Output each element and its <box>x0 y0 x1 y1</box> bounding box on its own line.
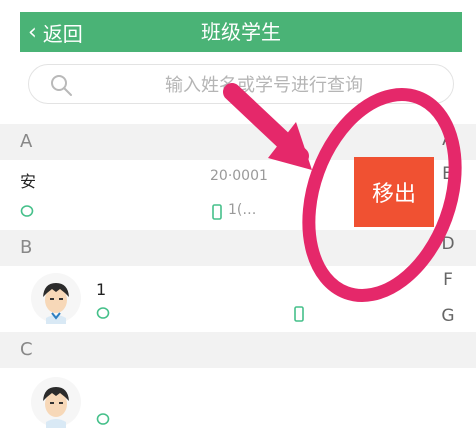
avatar <box>31 377 81 428</box>
index-letter-a[interactable]: A <box>438 130 458 150</box>
student-name: 安 <box>20 172 37 191</box>
phone-icon[interactable] <box>294 306 304 322</box>
remove-button[interactable]: 移出 <box>354 157 434 227</box>
search-input[interactable] <box>89 70 439 100</box>
section-header-b: B <box>0 230 476 266</box>
search-area <box>20 52 462 114</box>
back-button[interactable]: ‹ 返回 <box>28 12 83 52</box>
section-header-a: A <box>0 124 476 160</box>
index-letter-c[interactable]: C <box>438 200 458 220</box>
chevron-left-icon: ‹ <box>28 19 37 45</box>
student-phone: 1(… <box>228 202 257 218</box>
index-letter-b[interactable]: B <box>438 164 458 184</box>
search-icon <box>51 75 72 96</box>
student-row[interactable] <box>0 368 476 428</box>
page-title: 班级学生 <box>201 20 281 44</box>
top-bar: ‹ 返回 班级学生 <box>20 12 462 52</box>
phone-icon[interactable] <box>212 204 222 220</box>
section-header-c: C <box>0 332 476 368</box>
student-id: 20·0001 <box>210 168 268 184</box>
wechat-icon[interactable] <box>96 306 110 320</box>
search-box[interactable] <box>28 64 454 104</box>
wechat-icon[interactable] <box>20 204 34 218</box>
index-letter-d[interactable]: D <box>438 234 458 254</box>
student-name: 1 <box>96 280 107 299</box>
student-row[interactable]: 1 <box>0 266 476 332</box>
back-label: 返回 <box>42 21 83 46</box>
index-letter-f[interactable]: F <box>438 270 458 290</box>
index-letter-g[interactable]: G <box>438 306 458 326</box>
avatar <box>31 273 81 324</box>
wechat-icon[interactable] <box>96 412 110 426</box>
